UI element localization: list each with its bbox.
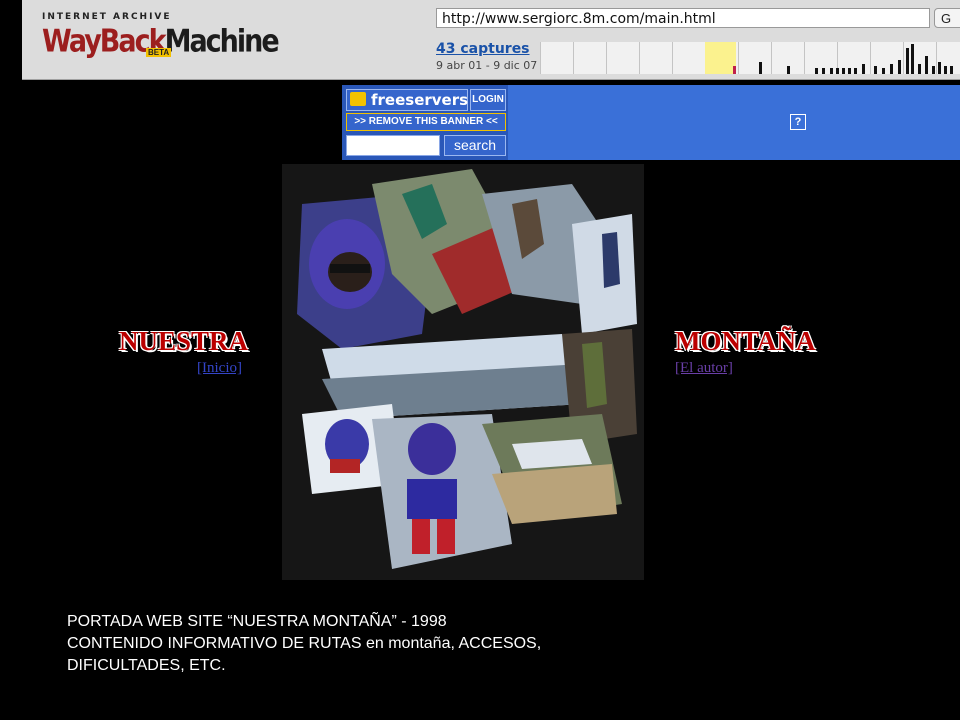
remove-banner-button[interactable]: >> REMOVE THIS BANNER << <box>346 113 506 131</box>
freeservers-logo-icon <box>350 92 366 106</box>
wayback-go-button[interactable]: G <box>934 8 960 28</box>
capture-spark <box>787 66 790 74</box>
capture-spark <box>842 68 845 74</box>
banner-login-button[interactable]: LOGIN <box>470 89 506 111</box>
capture-spark <box>932 66 935 74</box>
help-icon[interactable]: ? <box>790 114 806 130</box>
wayback-captures-link[interactable]: 43 captures <box>436 41 530 57</box>
mountain-collage-image <box>282 164 644 580</box>
wayback-logo-word-b: Machine <box>164 24 280 60</box>
caption-line-2: CONTENIDO INFORMATIVO DE RUTAS en montañ… <box>67 635 542 652</box>
capture-spark <box>874 66 877 74</box>
timeline-year-cell[interactable] <box>573 42 606 74</box>
capture-spark <box>836 68 839 74</box>
capture-spark <box>911 44 914 74</box>
wayback-url-input[interactable]: http://www.sergiorc.8m.com/main.html <box>436 8 930 28</box>
freeservers-banner[interactable]: freeservers LOGIN >> REMOVE THIS BANNER … <box>342 85 960 160</box>
wayback-date-range: 9 abr 01 - 9 dic 07 <box>436 59 538 72</box>
capture-spark <box>854 68 857 74</box>
capture-spark <box>950 66 953 74</box>
page-title-right: MONTAÑA <box>675 326 816 356</box>
capture-spark <box>938 62 941 74</box>
capture-spark <box>848 68 851 74</box>
capture-spark <box>906 48 909 74</box>
inicio-link[interactable]: [Inicio] <box>197 360 242 377</box>
capture-spark <box>918 64 921 74</box>
capture-spark <box>882 68 885 74</box>
banner-search-button[interactable]: search <box>444 135 506 156</box>
caption: PORTADA WEB SITE “NUESTRA MONTAÑA” - 199… <box>67 611 667 677</box>
collage-graphic <box>282 164 644 580</box>
el-autor-link[interactable]: [El autor] <box>675 360 733 377</box>
capture-spark <box>944 66 947 74</box>
caption-line-3: DIFICULTADES, ETC. <box>67 657 226 674</box>
freeservers-brand: freeservers <box>371 91 469 109</box>
freeservers-logo[interactable]: freeservers <box>346 89 468 111</box>
wayback-beta-badge: BETA <box>146 48 172 57</box>
wayback-toolbar: INTERNET ARCHIVE WayBackMachine BETA htt… <box>22 0 960 80</box>
caption-line-1: PORTADA WEB SITE “NUESTRA MONTAÑA” - 199… <box>67 613 447 630</box>
wayback-timeline[interactable] <box>540 42 960 74</box>
timeline-year-cell[interactable] <box>606 42 639 74</box>
capture-spark <box>862 64 865 74</box>
capture-spark <box>815 68 818 74</box>
banner-controls: freeservers LOGIN >> REMOVE THIS BANNER … <box>342 85 508 160</box>
timeline-year-cell[interactable] <box>639 42 672 74</box>
capture-spark <box>759 62 762 74</box>
capture-spark <box>822 68 825 74</box>
page-title-left: NUESTRA <box>119 326 249 356</box>
capture-spark <box>830 68 833 74</box>
banner-search-input[interactable] <box>346 135 440 156</box>
timeline-year-cell[interactable] <box>672 42 705 74</box>
capture-spark <box>733 66 736 74</box>
capture-spark <box>898 60 901 74</box>
wayback-logo-top: INTERNET ARCHIVE <box>42 12 172 22</box>
timeline-year-cell[interactable] <box>540 42 573 74</box>
capture-spark <box>890 64 893 74</box>
capture-spark <box>925 56 928 74</box>
timeline-year-cell[interactable] <box>738 42 771 74</box>
timeline-current-year[interactable] <box>705 42 736 74</box>
